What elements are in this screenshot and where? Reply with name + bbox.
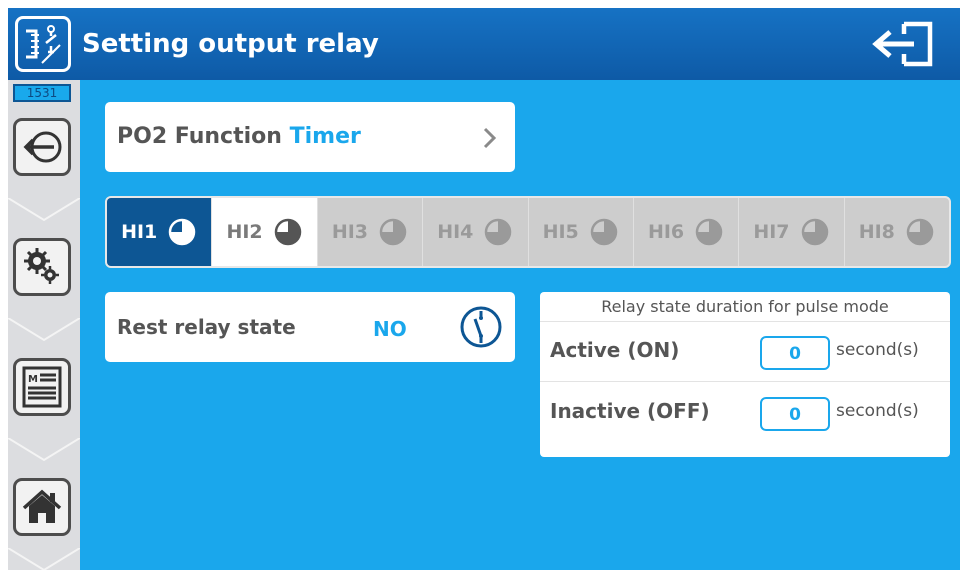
timer-icon (169, 218, 196, 246)
tab-hi1[interactable]: HI1 (107, 198, 213, 266)
inactive-row: Inactive (OFF) 0 second(s) (540, 383, 950, 443)
active-label: Active (ON) (550, 338, 680, 362)
tab-label: HI2 (226, 221, 263, 243)
svg-text:M: M (28, 374, 38, 385)
timer-icon (590, 218, 618, 246)
sidebar: 1531 M (8, 80, 80, 570)
rest-relay-state-selector[interactable]: Rest relay state NO (105, 292, 515, 362)
gears-icon (24, 248, 59, 284)
rest-relay-value: NO (373, 317, 407, 341)
tab-hi3[interactable]: HI3 (318, 198, 424, 266)
chevron-right-icon (483, 127, 497, 149)
timer-icon (379, 218, 407, 246)
home-icon (22, 489, 62, 523)
active-row: Active (ON) 0 second(s) (540, 322, 950, 382)
pulse-duration-panel: Relay state duration for pulse mode Acti… (540, 292, 950, 457)
tab-label: HI4 (437, 221, 474, 243)
function-value: Timer (289, 124, 361, 149)
function-label: PO2 Function (117, 124, 282, 149)
tab-label: HI5 (542, 221, 579, 243)
settings-button[interactable] (13, 238, 71, 296)
relay-config-icon (15, 16, 71, 72)
tab-hi8[interactable]: HI8 (845, 198, 949, 266)
tab-label: HI6 (647, 221, 685, 243)
timer-icon (801, 218, 828, 246)
rest-relay-label: Rest relay state (117, 315, 296, 339)
menu-button[interactable]: M (13, 358, 71, 416)
inactive-unit: second(s) (836, 401, 919, 421)
timer-icon (274, 218, 301, 246)
back-button[interactable] (13, 118, 71, 176)
tab-label: HI8 (858, 221, 895, 243)
tab-label: HI3 (331, 221, 369, 243)
timer-icon (695, 218, 723, 246)
tab-hi7[interactable]: HI7 (739, 198, 845, 266)
active-duration-input[interactable]: 0 (760, 336, 830, 370)
divider-chevron (8, 438, 80, 462)
tab-hi5[interactable]: HI5 (529, 198, 634, 266)
counter-badge: 1531 (13, 84, 71, 102)
timer-icon (906, 218, 934, 246)
main-content: PO2 Function Timer HI1 HI2 HI3 HI4 HI5 HI6 HI7… (80, 80, 960, 570)
header-bar: Setting output relay (8, 8, 960, 80)
menu-list-icon: M (22, 366, 62, 408)
relay-contact-icon (460, 306, 502, 348)
divider-chevron (8, 548, 80, 570)
exit-button[interactable] (870, 20, 936, 68)
function-selector[interactable]: PO2 Function Timer (105, 102, 515, 172)
timer-icon (485, 218, 512, 246)
tab-hi6[interactable]: HI6 (634, 198, 740, 266)
exit-icon (872, 21, 933, 67)
tab-hi4[interactable]: HI4 (423, 198, 529, 266)
page-title: Setting output relay (82, 29, 379, 59)
divider-chevron (8, 318, 80, 342)
active-unit: second(s) (836, 340, 919, 360)
inactive-label: Inactive (OFF) (550, 399, 710, 423)
input-tabs: HI1 HI2 HI3 HI4 HI5 HI6 HI7 HI8 (105, 196, 951, 268)
tab-hi2[interactable]: HI2 (212, 198, 318, 266)
inactive-duration-input[interactable]: 0 (760, 397, 830, 431)
tab-label: HI7 (753, 221, 790, 243)
pulse-panel-title: Relay state duration for pulse mode (540, 292, 950, 322)
divider-chevron (8, 198, 80, 222)
home-button[interactable] (13, 478, 71, 536)
back-arrow-icon (23, 131, 62, 163)
tab-label: HI1 (121, 221, 158, 243)
